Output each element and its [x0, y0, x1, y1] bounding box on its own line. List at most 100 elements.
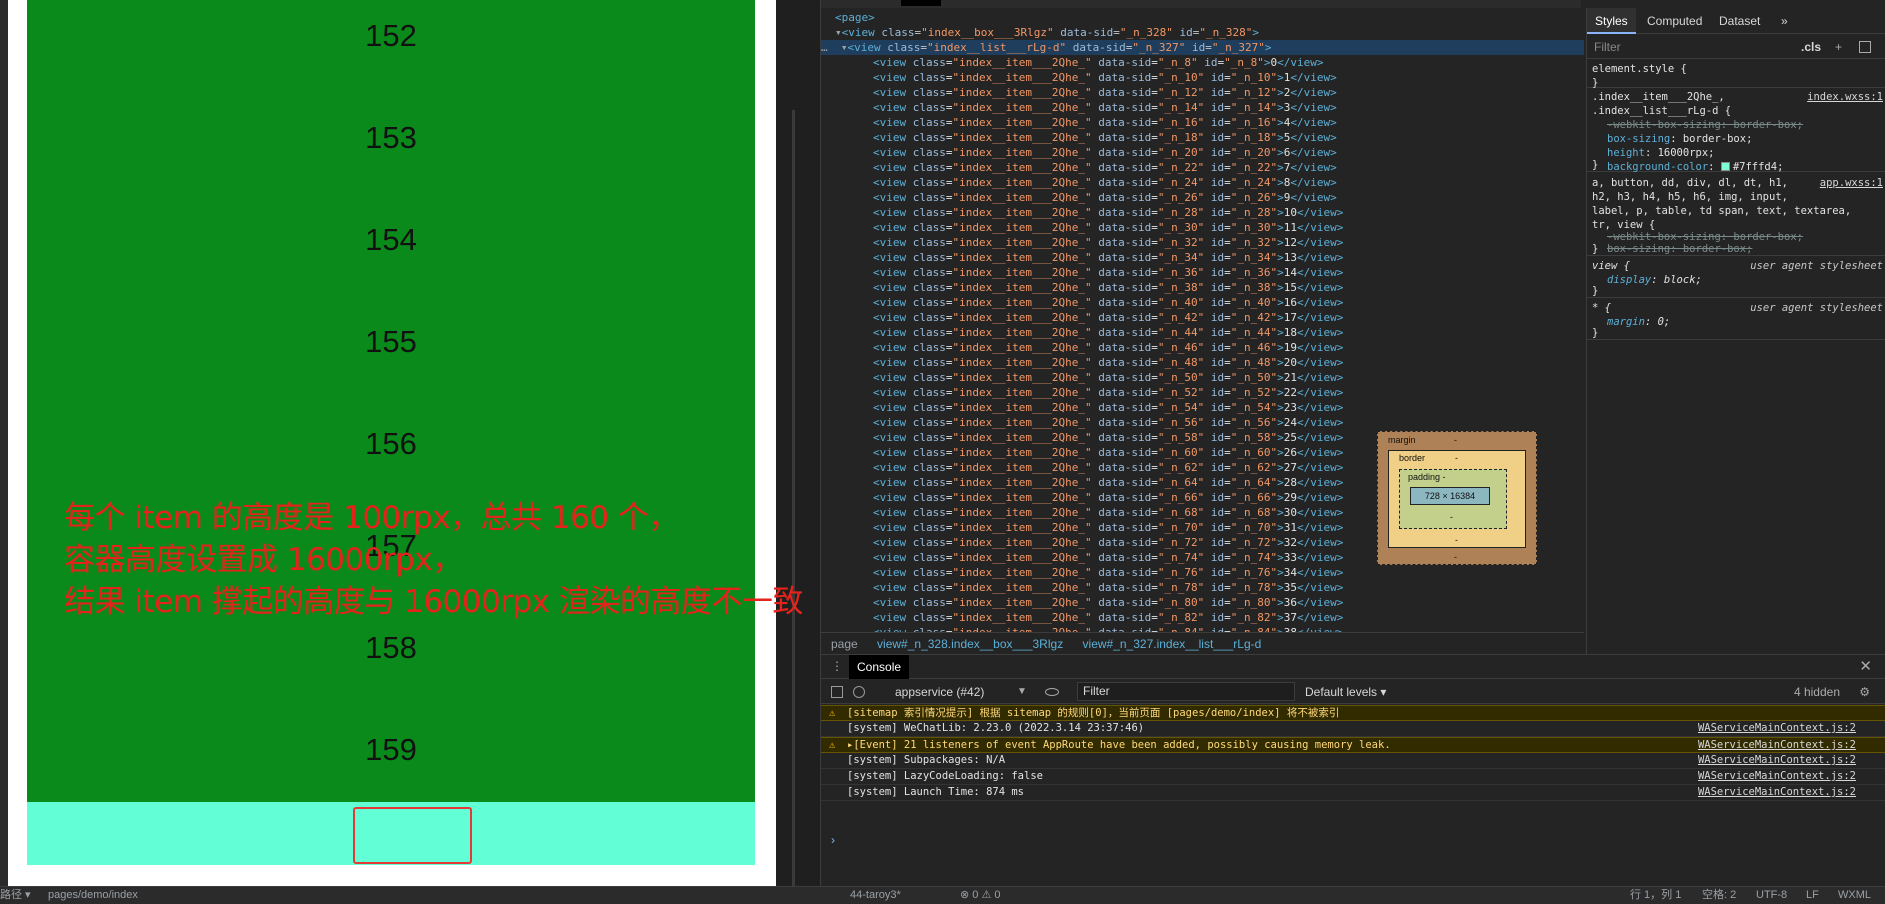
tree-node-item[interactable]: <view class="index__item___2Qhe_" data-s…: [873, 625, 1584, 632]
console-source-link[interactable]: WAServiceMainContext.js:2: [1698, 721, 1856, 736]
console-source-link[interactable]: WAServiceMainContext.js:2: [1698, 769, 1856, 784]
sidebar-toggle-icon[interactable]: [831, 686, 843, 698]
breadcrumb: page view#_n_328.index__box___3Rlgz view…: [821, 632, 1584, 654]
rule-property: display: block;: [1607, 274, 1702, 286]
tree-node-item[interactable]: <view class="index__item___2Qhe_" data-s…: [873, 325, 1584, 340]
console-source-link[interactable]: WAServiceMainContext.js:2: [1698, 738, 1856, 753]
color-swatch-icon[interactable]: [1720, 162, 1730, 171]
box-content[interactable]: 728 × 16384: [1410, 487, 1490, 505]
console-prompt[interactable]: ›: [831, 833, 835, 847]
rule-property[interactable]: box-sizing: border-box;: [1607, 132, 1752, 146]
tab-console[interactable]: Console: [849, 655, 910, 679]
tree-node-item[interactable]: <view class="index__item___2Qhe_" data-s…: [873, 100, 1584, 115]
add-rule-icon[interactable]: +: [1835, 35, 1842, 59]
rule-source-link[interactable]: app.wxss:1: [1820, 176, 1883, 190]
page-path[interactable]: pages/demo/index: [48, 887, 138, 904]
box-padding-bottom: -: [1450, 512, 1453, 522]
console-filter-input[interactable]: Filter: [1077, 682, 1295, 701]
gear-icon[interactable]: ⚙: [1859, 680, 1870, 704]
active-panel-tab[interactable]: [901, 0, 941, 6]
path-toggle[interactable]: 路径 ▾: [0, 887, 31, 904]
tree-node-item[interactable]: <view class="index__item___2Qhe_" data-s…: [873, 400, 1584, 415]
cls-button[interactable]: .cls: [1801, 35, 1821, 59]
more-tabs-icon[interactable]: »: [1773, 8, 1796, 34]
box-margin-bottom: -: [1454, 552, 1457, 562]
tree-node-item[interactable]: <view class="index__item___2Qhe_" data-s…: [873, 70, 1584, 85]
tree-node-page[interactable]: <page>: [835, 10, 1584, 25]
breadcrumb-item[interactable]: page: [831, 637, 858, 651]
console-message-text: [sitemap 索引情况提示] 根据 sitemap 的规则[0]，当前页面 …: [847, 707, 1340, 719]
console-source-link[interactable]: WAServiceMainContext.js:2: [1698, 785, 1856, 800]
breadcrumb-item[interactable]: view#_n_328.index__box___3Rlgz: [877, 637, 1063, 651]
eye-icon[interactable]: [1045, 688, 1059, 696]
box-border[interactable]: border - padding - 728 × 16384 - -: [1388, 450, 1526, 548]
rule-source-link[interactable]: index.wxss:1: [1807, 90, 1883, 104]
tree-node-item[interactable]: <view class="index__item___2Qhe_" data-s…: [873, 385, 1584, 400]
simulator-scrollbar[interactable]: [776, 0, 820, 886]
indent-setting[interactable]: 空格: 2: [1702, 887, 1736, 904]
tree-node-item[interactable]: <view class="index__item___2Qhe_" data-s…: [873, 145, 1584, 160]
box-padding[interactable]: padding - 728 × 16384 -: [1399, 469, 1507, 529]
rule-property[interactable]: height: 16000rpx;: [1607, 146, 1714, 160]
console-source-link[interactable]: WAServiceMainContext.js:2: [1698, 753, 1856, 768]
styles-filter-row: Filter .cls +: [1587, 35, 1885, 59]
tree-node-item[interactable]: <view class="index__item___2Qhe_" data-s…: [873, 160, 1584, 175]
tree-node-item[interactable]: <view class="index__item___2Qhe_" data-s…: [873, 610, 1584, 625]
tree-node-item[interactable]: <view class="index__item___2Qhe_" data-s…: [873, 190, 1584, 205]
rule-selector[interactable]: element.style {: [1592, 62, 1687, 76]
cursor-position[interactable]: 行 1，列 1: [1630, 887, 1681, 904]
tree-node-item[interactable]: <view class="index__item___2Qhe_" data-s…: [873, 235, 1584, 250]
tree-node-item[interactable]: <view class="index__item___2Qhe_" data-s…: [873, 310, 1584, 325]
tree-node-item[interactable]: <view class="index__item___2Qhe_" data-s…: [873, 205, 1584, 220]
project-name[interactable]: 44-taroy3*: [850, 887, 901, 904]
devtools-panel: <page> ▾<view class="index__box___3Rlgz"…: [820, 0, 1885, 886]
tree-node-item[interactable]: <view class="index__item___2Qhe_" data-s…: [873, 355, 1584, 370]
tab-styles[interactable]: Styles: [1587, 8, 1636, 34]
encoding[interactable]: UTF-8: [1756, 887, 1787, 904]
item-list[interactable]: 152 153 154 155 156 157 158 159: [27, 0, 755, 802]
annotation-line: 容器高度设置成 16000rpx，: [64, 542, 463, 578]
breadcrumb-item[interactable]: view#_n_327.index__list___rLg-d: [1083, 637, 1262, 651]
rule-star-ua: * { user agent stylesheet margin: 0; }: [1587, 298, 1885, 340]
chevron-down-icon[interactable]: ▼: [1017, 680, 1027, 704]
tree-node-item[interactable]: <view class="index__item___2Qhe_" data-s…: [873, 175, 1584, 190]
eol[interactable]: LF: [1806, 887, 1819, 904]
tree-node-item[interactable]: <view class="index__item___2Qhe_" data-s…: [873, 595, 1584, 610]
console-message-text: [system] Subpackages: N/A: [847, 754, 1006, 766]
box-margin[interactable]: margin - border - padding - 728 × 16384 …: [1377, 431, 1537, 565]
toggle-sidebar-icon[interactable]: [1859, 41, 1871, 53]
tree-node-item[interactable]: <view class="index__item___2Qhe_" data-s…: [873, 130, 1584, 145]
tab-computed[interactable]: Computed: [1639, 8, 1710, 34]
rule-selector: * {: [1592, 302, 1611, 314]
language-mode[interactable]: WXML: [1838, 887, 1871, 904]
tree-node-box[interactable]: ▾<view class="index__box___3Rlgz" data-s…: [835, 25, 1584, 40]
levels-dropdown[interactable]: Default levels ▾: [1305, 680, 1386, 704]
styles-filter-input[interactable]: Filter: [1594, 35, 1621, 59]
tree-node-item[interactable]: <view class="index__item___2Qhe_" data-s…: [873, 55, 1584, 70]
tree-node-item[interactable]: <view class="index__item___2Qhe_" data-s…: [873, 280, 1584, 295]
tree-node-item[interactable]: <view class="index__item___2Qhe_" data-s…: [873, 370, 1584, 385]
tree-node-item[interactable]: <view class="index__item___2Qhe_" data-s…: [873, 250, 1584, 265]
tree-node-item[interactable]: <view class="index__item___2Qhe_" data-s…: [873, 565, 1584, 580]
close-icon[interactable]: ✕: [1859, 657, 1872, 675]
tree-node-item[interactable]: <view class="index__item___2Qhe_" data-s…: [873, 580, 1584, 595]
devtools-topbar: [821, 0, 1581, 8]
tree-node-list-selected[interactable]: … ▾<view class="index__list___rLg-d" dat…: [821, 40, 1584, 55]
rule-property[interactable]: -webkit-box-sizing: border-box;: [1607, 118, 1803, 132]
tree-node-item[interactable]: <view class="index__item___2Qhe_" data-s…: [873, 265, 1584, 280]
problems-count[interactable]: ⊗ 0 ⚠ 0: [960, 887, 1000, 904]
tab-dataset[interactable]: Dataset: [1711, 8, 1768, 34]
more-icon[interactable]: ⋮: [831, 659, 843, 673]
tree-node-item[interactable]: <view class="index__item___2Qhe_" data-s…: [873, 85, 1584, 100]
tree-node-item[interactable]: <view class="index__item___2Qhe_" data-s…: [873, 340, 1584, 355]
context-select[interactable]: appservice (#42): [895, 680, 984, 704]
phone-screen: 152 153 154 155 156 157 158 159: [8, 0, 776, 886]
tree-node-item[interactable]: <view class="index__item___2Qhe_" data-s…: [873, 220, 1584, 235]
tree-node-item[interactable]: <view class="index__item___2Qhe_" data-s…: [873, 115, 1584, 130]
tree-node-item[interactable]: <view class="index__item___2Qhe_" data-s…: [873, 415, 1584, 430]
clear-console-icon[interactable]: [853, 686, 865, 698]
console-message: ⚠ [sitemap 索引情况提示] 根据 sitemap 的规则[0]，当前页面…: [821, 705, 1885, 721]
tree-node-item[interactable]: <view class="index__item___2Qhe_" data-s…: [873, 295, 1584, 310]
rule-property[interactable]: box-sizing: border-box;: [1607, 242, 1752, 256]
console-message: [system] WeChatLib: 2.23.0 (2022.3.14 23…: [821, 721, 1885, 737]
